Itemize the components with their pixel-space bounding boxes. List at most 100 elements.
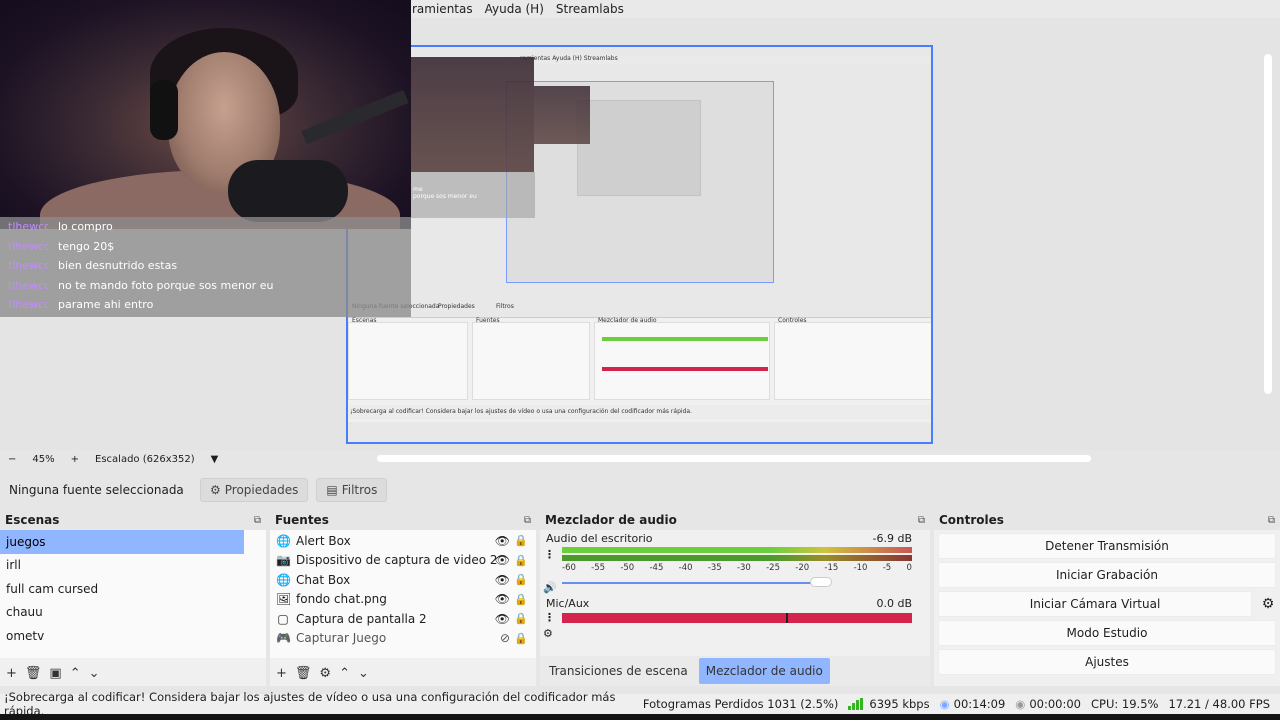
source-item[interactable]: ▢ Captura de pantalla 2 👁 🔒	[270, 609, 536, 629]
image-icon: 🖼	[276, 592, 292, 607]
studio-mode-button[interactable]: Modo Estudio	[938, 620, 1276, 646]
start-recording-button[interactable]: Iniciar Grabación	[938, 562, 1276, 588]
display-capture-icon: ▢	[277, 611, 289, 626]
eye-icon[interactable]: 👁	[495, 612, 510, 626]
lock-icon[interactable]: 🔒	[514, 534, 528, 547]
zoom-out-button[interactable]: −	[0, 454, 24, 465]
scene-item[interactable]: full cam cursed	[0, 577, 266, 601]
zoom-percent: 45%	[32, 453, 55, 465]
source-item[interactable]: 📷 Dispositivo de captura de video 2 👁 🔒	[270, 551, 536, 571]
scene-item[interactable]: juegos	[0, 530, 244, 554]
peak-indicator	[786, 613, 788, 623]
scenes-dock-title: Escenas ⧉	[0, 510, 266, 530]
kebab-menu-icon[interactable]: ⋮	[544, 548, 555, 561]
zoom-in-button[interactable]: +	[63, 454, 87, 465]
chat-echo: me porque sos menor eu	[411, 172, 535, 218]
volume-slider[interactable]	[562, 577, 912, 589]
start-virtual-camera-button[interactable]: Iniciar Cámara Virtual	[938, 591, 1252, 617]
scene-item[interactable]: chauu	[0, 601, 266, 625]
kebab-menu-icon[interactable]: ⋮	[544, 611, 555, 624]
nested-status: ¡Sobrecarga al codificar! Considera baja…	[348, 405, 931, 419]
sources-dock-title: Fuentes ⧉	[270, 510, 536, 530]
bitrate: 6395 kbps	[869, 697, 930, 711]
fps-counter: 17.21 / 48.00 FPS	[1168, 697, 1270, 711]
tick-label: -5	[882, 563, 892, 573]
tick-label: -35	[707, 563, 722, 573]
speaker-icon[interactable]: 🔊	[543, 581, 557, 594]
undock-icon[interactable]: ⧉	[918, 515, 925, 526]
lock-icon[interactable]: 🔒	[514, 554, 528, 567]
dropped-frames: Fotogramas Perdidos 1031 (2.5%)	[642, 697, 839, 711]
lock-icon[interactable]: 🔒	[514, 573, 528, 586]
microphone-icon	[228, 160, 348, 222]
move-source-up-button[interactable]: ⌃	[339, 666, 350, 681]
stream-live-icon: ◉	[939, 697, 950, 711]
slider-handle[interactable]	[810, 577, 832, 587]
remove-source-button[interactable]: 🗑	[295, 666, 312, 681]
nested-controls	[774, 322, 931, 400]
undock-icon[interactable]: ⧉	[524, 515, 531, 526]
preview-horizontal-scrollbar[interactable]	[377, 455, 1091, 462]
camera-icon: 📷	[276, 553, 291, 568]
scenes-toolbar: + 🗑 ▣ ⌃ ⌄	[0, 660, 100, 686]
eye-icon[interactable]: 👁	[495, 534, 510, 548]
nested-mixer-title: Mezclador de audio	[598, 317, 657, 324]
tick-label: 0	[906, 563, 912, 573]
add-source-button[interactable]: +	[276, 666, 287, 681]
sources-list: 🌐 Alert Box 👁 🔒 📷 Dispositivo de captura…	[270, 530, 536, 658]
properties-button[interactable]: ⚙ Propiedades	[200, 478, 309, 502]
nested-properties: Propiedades	[438, 303, 475, 310]
chat-text: lo compro	[58, 220, 113, 234]
undock-icon[interactable]: ⧉	[1268, 515, 1275, 526]
eye-icon[interactable]: 👁	[495, 553, 510, 567]
scene-item[interactable]: irll	[0, 554, 266, 578]
scene-filters-button[interactable]: ▣	[49, 666, 61, 681]
menu-item-help[interactable]: Ayuda (H)	[485, 2, 544, 16]
tab-scene-transitions[interactable]: Transiciones de escena	[542, 658, 695, 684]
stop-stream-button[interactable]: Detener Transmisión	[938, 533, 1276, 559]
filters-button[interactable]: ▤ Filtros	[316, 478, 388, 502]
chat-username: tlhewcc	[8, 239, 48, 253]
sources-dock: Fuentes ⧉ 🌐 Alert Box 👁 🔒 📷 Dispositivo …	[270, 510, 536, 686]
menu-item-tools[interactable]: ramientas	[412, 2, 473, 16]
lock-icon[interactable]: 🔒	[514, 593, 528, 606]
lock-icon[interactable]: 🔒	[514, 612, 528, 625]
add-scene-button[interactable]: +	[6, 666, 17, 681]
chat-username: tlhewcc	[8, 220, 48, 234]
eye-hidden-icon[interactable]: ⊘	[500, 631, 510, 645]
menu-item-streamlabs[interactable]: Streamlabs	[556, 2, 624, 16]
source-label: Dispositivo de captura de video 2	[296, 553, 498, 568]
gear-icon[interactable]: ⚙	[1256, 596, 1280, 612]
tab-audio-mixer[interactable]: Mezclador de audio	[698, 658, 830, 684]
no-source-label: Ninguna fuente seleccionada	[9, 483, 184, 497]
preview-vertical-scrollbar[interactable]	[1264, 54, 1272, 394]
chat-message: tlhewcc parame ahi entro	[0, 295, 411, 315]
move-scene-down-button[interactable]: ⌄	[89, 666, 100, 681]
filters-label: Filtros	[341, 483, 378, 497]
tick-label: -25	[766, 563, 780, 573]
undock-icon[interactable]: ⧉	[254, 515, 261, 526]
eye-icon[interactable]: 👁	[495, 573, 510, 587]
channel-db: -6.9 dB	[872, 532, 913, 545]
tick-label: -40	[678, 563, 693, 573]
tick-label: -55	[591, 563, 606, 573]
volume-meter	[562, 547, 912, 553]
settings-button[interactable]: Ajustes	[938, 649, 1276, 675]
move-scene-up-button[interactable]: ⌃	[70, 666, 81, 681]
source-item[interactable]: 🎮 Capturar Juego ⊘ 🔒	[270, 629, 536, 649]
remove-scene-button[interactable]: 🗑	[25, 666, 42, 681]
mic-settings-icon[interactable]: ⚙	[543, 627, 553, 640]
mic-volume-meter	[562, 613, 912, 623]
scene-item[interactable]: ometv	[0, 624, 266, 648]
channel-db: 0.0 dB	[876, 597, 912, 610]
eye-icon[interactable]: 👁	[495, 592, 510, 606]
chat-text: tengo 20$	[58, 239, 115, 253]
lock-icon[interactable]: 🔒	[514, 632, 528, 645]
source-properties-button[interactable]: ⚙	[319, 666, 331, 681]
mixer-tab-bar: Transiciones de escena Mezclador de audi…	[540, 656, 930, 686]
source-item[interactable]: 🖼 fondo chat.png 👁 🔒	[270, 590, 536, 610]
zoom-dropdown-icon[interactable]: ▼	[203, 454, 227, 465]
move-source-down-button[interactable]: ⌄	[358, 666, 369, 681]
source-item[interactable]: 🌐 Chat Box 👁 🔒	[270, 570, 536, 590]
source-item[interactable]: 🌐 Alert Box 👁 🔒	[270, 531, 536, 551]
